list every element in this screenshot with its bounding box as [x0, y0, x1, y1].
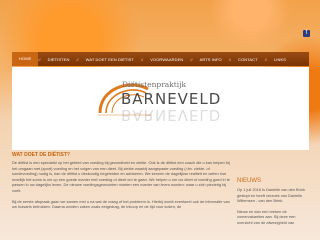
- nav-home[interactable]: HOME: [12, 52, 39, 66]
- nav-dietisten[interactable]: DIËTISTEN: [41, 57, 77, 62]
- news-paragraph: Nieuw en dan een breken de zomervakantie…: [237, 208, 296, 225]
- page-title: WAT DOET DE DIËTIST?: [12, 152, 70, 158]
- logo-reflection: BARNEVELD: [121, 106, 222, 124]
- content-paragraph: De diëtist is een specialist op het gebi…: [12, 160, 230, 193]
- nav-contact[interactable]: CONTACT: [231, 57, 265, 62]
- news-title: NIEUWS: [237, 178, 261, 184]
- nav-arts-info[interactable]: ARTS INFO: [193, 57, 229, 62]
- content-paragraph: Bij de eerste afspraak gaan we samen met…: [12, 198, 230, 210]
- nav-voorwaarden[interactable]: VOORWAARDEN: [143, 57, 190, 62]
- news-sidebar: NIEUWS Op 1 juli 2016 is Danielle van de…: [237, 178, 309, 240]
- nav-links[interactable]: LINKS: [267, 57, 293, 62]
- facebook-icon[interactable]: f: [303, 30, 310, 37]
- practice-logo: Diëtistenpraktijk BARNEVELD BARNEVELD: [92, 73, 242, 143]
- nav-wat-doet-een-dietist[interactable]: WAT DOET EEN DIËTIST: [79, 57, 141, 62]
- logo-banner: Diëtistenpraktijk BARNEVELD BARNEVELD: [12, 67, 309, 150]
- news-paragraph: Op 1 juli 2016 is Danielle van den Brink…: [237, 187, 305, 204]
- main-navigation: HOME // DIËTISTEN // WAT DOET EEN DIËTIS…: [12, 52, 309, 66]
- logo-subtitle: Diëtistenpraktijk: [122, 80, 187, 89]
- main-content: De diëtist is een specialist op het gebi…: [12, 160, 232, 215]
- news-content: Op 1 juli 2016 is Danielle van den Brink…: [237, 187, 309, 226]
